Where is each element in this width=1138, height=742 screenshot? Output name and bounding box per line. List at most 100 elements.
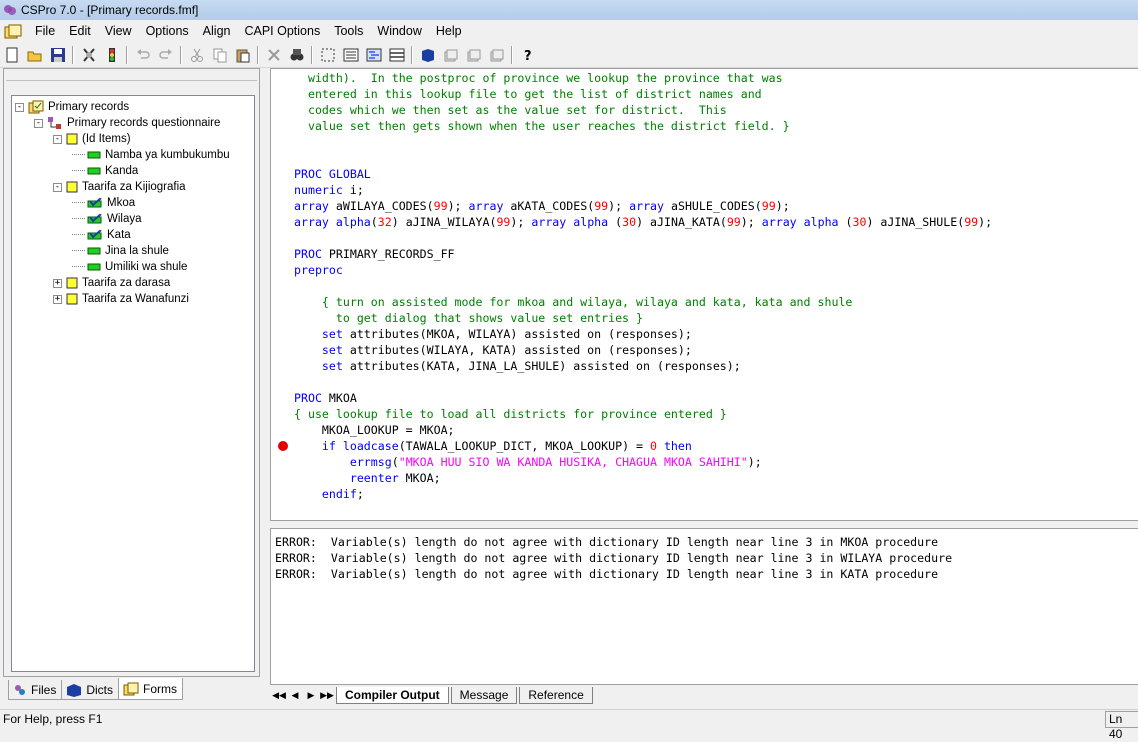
tree-node-label: Jina la shule [105, 245, 169, 257]
logic-editor[interactable]: width). In the postproc of province we l… [270, 68, 1138, 521]
tree-node[interactable]: Jina la shule [72, 243, 169, 259]
tab-files[interactable]: Files [8, 680, 63, 700]
tab-reference[interactable]: Reference [519, 686, 593, 704]
menu-options[interactable]: Options [139, 21, 196, 42]
tree-node[interactable]: - (Id Items) [53, 131, 131, 147]
tree-node[interactable]: Mkoa [72, 195, 135, 211]
view-form-button[interactable] [339, 44, 362, 66]
code-token-text: ); [608, 199, 630, 213]
collapse-toggle[interactable]: - [53, 182, 62, 192]
menu-file[interactable]: File [28, 21, 62, 42]
find-button[interactable] [285, 44, 308, 66]
tree-node-label: Taarifa za Wanafunzi [82, 293, 189, 305]
code-token-text: ( [370, 215, 378, 229]
tab-dicts[interactable]: Dicts [61, 680, 120, 700]
editor-output-splitter[interactable] [270, 520, 1138, 529]
error-message: ERROR: Variable(s) length do not agree w… [275, 567, 939, 581]
files-icon [13, 683, 31, 697]
code-token-number: 0 [649, 439, 657, 453]
tree-node[interactable]: Wilaya [72, 211, 142, 227]
tree-node[interactable]: Kata [72, 227, 131, 243]
code-token-keyword: array alpha [761, 215, 839, 229]
collapse-toggle[interactable]: - [34, 118, 43, 128]
menu-view[interactable]: View [98, 21, 139, 42]
code-token-comment: value set then gets shown when the user … [294, 119, 790, 133]
help-icon: ? [524, 49, 532, 63]
open-icon [27, 51, 41, 61]
panel-header [6, 71, 257, 81]
tree-node[interactable]: - Primary records questionnaire [34, 115, 220, 131]
menu-tools[interactable]: Tools [327, 21, 370, 42]
document-window-icon[interactable] [4, 24, 22, 40]
menu-window[interactable]: Window [370, 21, 428, 42]
view-logic-button[interactable] [362, 44, 385, 66]
view-list-button[interactable] [385, 44, 408, 66]
view-form-icon [343, 48, 358, 61]
generate-button[interactable] [77, 44, 100, 66]
last-tab-button[interactable]: ▶▶ [320, 688, 334, 702]
code-token-number: 99 [496, 215, 511, 229]
tab-forms[interactable]: Forms [118, 678, 184, 700]
copy-button[interactable] [208, 44, 231, 66]
tree-node[interactable]: - Taarifa za Kijiografia [53, 179, 186, 195]
menu-align[interactable]: Align [196, 21, 238, 42]
collapse-toggle[interactable]: - [53, 134, 62, 144]
expand-toggle[interactable]: + [53, 294, 62, 304]
open-button[interactable] [23, 44, 46, 66]
code-line: errmsg("MKOA HUU SIO WA KANDA HUSIKA, CH… [294, 454, 762, 470]
find-icon [290, 48, 303, 60]
first-tab-button[interactable]: ◀◀ [272, 688, 286, 702]
tree-node[interactable]: Kanda [72, 163, 138, 179]
code-line: { use lookup file to load all districts … [294, 406, 727, 422]
menu-capi-options[interactable]: CAPI Options [237, 21, 327, 42]
menu-edit[interactable]: Edit [62, 21, 98, 42]
toolbar: ? [0, 42, 1138, 68]
tree-node-label: Namba ya kumbukumbu [105, 149, 230, 161]
status-line-number: Ln 40 [1105, 710, 1138, 741]
window-title: CSPro 7.0 - [Primary records.fmf] [21, 3, 199, 17]
stack1-button[interactable] [439, 44, 462, 66]
paste-button[interactable] [231, 44, 254, 66]
undo-button[interactable] [131, 44, 154, 66]
book-button[interactable] [416, 44, 439, 66]
tree-node[interactable]: + Taarifa za darasa [53, 275, 170, 291]
code-token-number: 99 [964, 215, 979, 229]
code-line: MKOA_LOOKUP = MKOA; [294, 422, 455, 438]
code-token-text: attributes(MKOA, WILAYA) assisted on (re… [342, 327, 692, 341]
tree-node[interactable]: - Primary records [15, 99, 129, 115]
run-icon [108, 47, 115, 62]
toolbar-separator [257, 45, 259, 64]
collapse-toggle[interactable]: - [15, 102, 24, 112]
select-button[interactable] [316, 44, 339, 66]
code-token-comment: { use lookup file to load all districts … [294, 407, 727, 421]
new-button[interactable] [0, 44, 23, 66]
stack2-button[interactable] [462, 44, 485, 66]
delete-button[interactable] [262, 44, 285, 66]
compiler-output-panel[interactable]: ERROR: Variable(s) length do not agree w… [270, 529, 1138, 684]
tree-node[interactable]: + Taarifa za Wanafunzi [53, 291, 189, 307]
tree-node[interactable]: Umiliki wa shule [72, 259, 187, 275]
help-button[interactable]: ? [516, 44, 539, 66]
tree-node[interactable]: Namba ya kumbukumbu [72, 147, 230, 163]
code-token-text: attributes(WILAYA, KATA) assisted on (re… [342, 343, 692, 357]
next-tab-button[interactable]: ▶ [304, 688, 318, 702]
redo-button[interactable] [154, 44, 177, 66]
cut-icon [190, 48, 203, 62]
code-line: array alpha(32) aJINA_WILAYA(99); array … [294, 214, 992, 230]
stack3-button[interactable] [485, 44, 508, 66]
expand-toggle[interactable]: + [53, 278, 62, 288]
left-panel-tabs: Files Dicts Forms [8, 678, 184, 700]
save-button[interactable] [46, 44, 69, 66]
run-button[interactable] [100, 44, 123, 66]
cut-button[interactable] [185, 44, 208, 66]
form-tree[interactable]: - Primary records - Primary records questio… [11, 95, 255, 672]
tab-compiler-output[interactable]: Compiler Output [336, 686, 449, 704]
breakpoint-marker[interactable] [277, 440, 289, 452]
prev-tab-button[interactable]: ◀ [288, 688, 302, 702]
code-token-number: 99 [761, 199, 776, 213]
tab-message[interactable]: Message [450, 686, 518, 704]
menu-help[interactable]: Help [429, 21, 469, 42]
copy-icon [213, 48, 226, 62]
code-token-keyword: array [294, 199, 329, 213]
code-token-keyword: PROC [294, 247, 322, 261]
